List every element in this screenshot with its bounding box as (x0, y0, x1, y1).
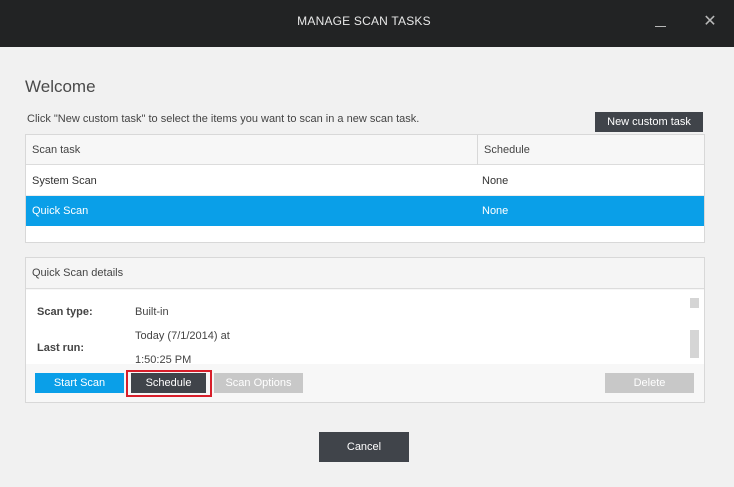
start-scan-button[interactable]: Start Scan (35, 373, 124, 393)
scrollbar-thumb[interactable] (690, 308, 699, 330)
close-icon[interactable]: ✕ (701, 12, 719, 32)
last-run-value-line1: Today (7/1/2014) at (135, 330, 230, 342)
task-name: System Scan (32, 175, 97, 187)
details-heading: Quick Scan details (26, 258, 704, 289)
cancel-button[interactable]: Cancel (319, 432, 409, 462)
minimize-bar (654, 26, 666, 27)
scan-options-button[interactable]: Scan Options (214, 373, 303, 393)
column-header-scan-task: Scan task (32, 144, 81, 156)
scan-type-value: Built-in (135, 306, 169, 318)
delete-button[interactable]: Delete (605, 373, 694, 393)
window-title: MANAGE SCAN TASKS (297, 14, 431, 28)
task-schedule: None (482, 175, 509, 187)
scan-task-table: Scan task Schedule System Scan None Quic… (25, 134, 705, 243)
task-name: Quick Scan (32, 205, 89, 217)
last-run-label: Last run: (37, 342, 85, 354)
table-row[interactable]: System Scan None (26, 166, 704, 196)
schedule-button[interactable]: Schedule (131, 373, 206, 393)
table-header: Scan task Schedule (26, 135, 704, 165)
title-bar: MANAGE SCAN TASKS ✕ (0, 0, 734, 47)
minimize-icon[interactable] (651, 12, 669, 32)
details-body: Scan type: Built-in Today (7/1/2014) at … (26, 290, 704, 364)
scan-type-label: Scan type: (37, 306, 93, 318)
scan-details-panel: Quick Scan details Scan type: Built-in T… (25, 257, 705, 403)
instruction-text: Click "New custom task" to select the it… (27, 113, 420, 125)
details-scrollbar[interactable] (690, 298, 699, 358)
page-title: Welcome (25, 77, 96, 96)
new-custom-task-button[interactable]: New custom task (595, 112, 703, 132)
table-row-selected[interactable]: Quick Scan None (26, 196, 704, 226)
column-header-schedule: Schedule (477, 135, 704, 165)
last-run-value-line2: 1:50:25 PM (135, 354, 192, 364)
task-schedule: None (482, 205, 509, 217)
